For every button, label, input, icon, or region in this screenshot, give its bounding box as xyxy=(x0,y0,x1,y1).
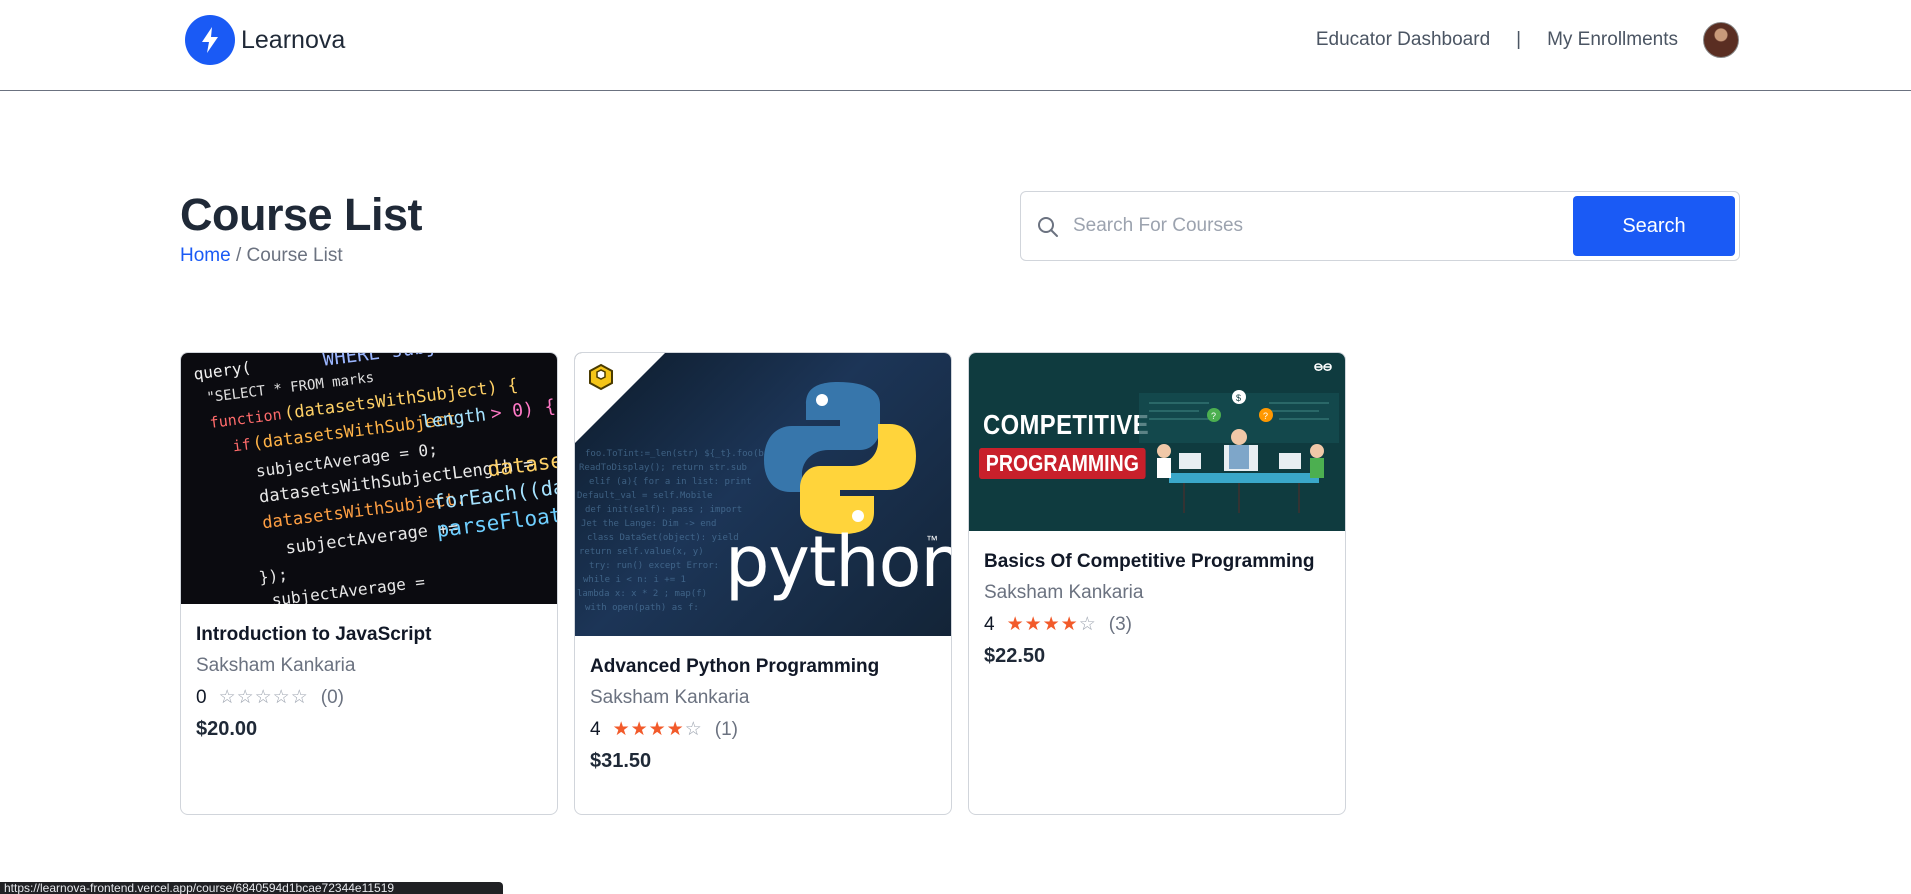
search-button[interactable]: Search xyxy=(1573,196,1735,256)
star-rating: ★★★★☆ xyxy=(1007,613,1097,636)
svg-text:subjectAverage =: subjectAverage = xyxy=(271,572,426,604)
user-avatar[interactable] xyxy=(1703,22,1739,58)
rating-value: 0 xyxy=(196,686,207,708)
rating-row: 4 ★★★★☆ (3) xyxy=(984,613,1330,636)
svg-text:});: }); xyxy=(258,565,289,587)
stars-filled: ★★★★ xyxy=(612,719,685,740)
course-thumbnail: foo.ToTint:=_len(str) ${_t}.foo(bar){ Re… xyxy=(575,353,951,636)
rating-row: 4 ★★★★☆ (1) xyxy=(590,718,936,741)
course-card[interactable]: COMPETITIVE PROGRAMMING $ ? ? Basics Of … xyxy=(968,352,1346,815)
course-card[interactable]: foo.ToTint:=_len(str) ${_t}.foo(bar){ Re… xyxy=(574,352,952,815)
course-price: $20.00 xyxy=(196,718,258,740)
breadcrumb: Home / Course List xyxy=(180,245,343,267)
thumbnail-trademark: ™ xyxy=(926,533,938,547)
course-educator: Saksham Kankaria xyxy=(196,655,356,676)
rating-row: 0 ☆☆☆☆☆ (0) xyxy=(196,686,542,709)
svg-text:WHERE subject_ID=: WHERE subject_ID= xyxy=(322,353,518,371)
link-preview-status-bar: https://learnova-frontend.vercel.app/cou… xyxy=(0,882,503,894)
course-card[interactable]: query( WHERE subject_ID= " + subje "SELE… xyxy=(180,352,558,815)
course-thumbnail: COMPETITIVE PROGRAMMING $ ? ? xyxy=(969,353,1345,531)
stars-empty: ☆ xyxy=(1078,614,1097,635)
lightning-bolt-icon xyxy=(185,15,235,65)
stars-filled: ★★★★ xyxy=(1006,614,1079,635)
search-input[interactable] xyxy=(1073,206,1583,246)
svg-text:?: ? xyxy=(1211,411,1216,421)
course-educator: Saksham Kankaria xyxy=(590,687,750,708)
hexagon-logo-icon xyxy=(589,363,613,391)
search-icon xyxy=(1037,216,1059,243)
course-price: $31.50 xyxy=(590,750,652,772)
svg-text:function: function xyxy=(209,405,283,432)
rating-value: 4 xyxy=(590,718,601,740)
page-title: Course List xyxy=(180,189,423,240)
svg-text:length: length xyxy=(420,404,487,433)
educator-dashboard-link[interactable]: Educator Dashboard xyxy=(1316,29,1490,51)
thumbnail-line-2: PROGRAMMING xyxy=(979,448,1146,479)
breadcrumb-current: / Course List xyxy=(235,245,343,266)
svg-text:> 0) {: > 0) { xyxy=(489,396,556,425)
python-logo-icon xyxy=(764,382,916,534)
nav-separator: | xyxy=(1516,29,1522,50)
course-price: $22.50 xyxy=(984,645,1046,667)
my-enrollments-link[interactable]: My Enrollments xyxy=(1547,29,1678,51)
thumbnail-text: python xyxy=(725,521,951,603)
logo[interactable]: Learnova xyxy=(185,15,345,65)
course-title: Advanced Python Programming xyxy=(590,656,880,677)
rating-count: (1) xyxy=(714,718,738,740)
stars-empty: ☆ xyxy=(684,719,703,740)
programmers-illustration: $ ? ? xyxy=(1139,390,1339,513)
star-rating: ☆☆☆☆☆ xyxy=(219,686,309,709)
course-educator: Saksham Kankaria xyxy=(984,582,1144,603)
rating-value: 4 xyxy=(984,613,995,635)
brand-name: Learnova xyxy=(241,25,346,54)
nav-links: Educator Dashboard | My Enrollments xyxy=(1316,22,1739,58)
thumbnail-line-1: COMPETITIVE xyxy=(983,409,1150,440)
rating-count: (0) xyxy=(320,686,344,708)
svg-text:query(: query( xyxy=(193,358,253,384)
breadcrumb-home-link[interactable]: Home xyxy=(180,245,231,266)
search-bar: Search xyxy=(1020,191,1740,261)
course-thumbnail: query( WHERE subject_ID= " + subje "SELE… xyxy=(181,353,557,604)
svg-text:if: if xyxy=(232,435,252,455)
course-title: Basics Of Competitive Programming xyxy=(984,551,1315,572)
svg-text:datasetsWithSu: datasetsWithSu xyxy=(486,436,557,481)
navbar: Learnova Educator Dashboard | My Enrollm… xyxy=(0,0,1911,91)
svg-text:$: $ xyxy=(1236,393,1241,403)
stars-empty: ☆☆☆☆☆ xyxy=(218,687,309,708)
star-rating: ★★★★☆ xyxy=(613,718,703,741)
svg-text:?: ? xyxy=(1263,411,1268,421)
rating-count: (3) xyxy=(1108,613,1132,635)
course-title: Introduction to JavaScript xyxy=(196,624,432,645)
